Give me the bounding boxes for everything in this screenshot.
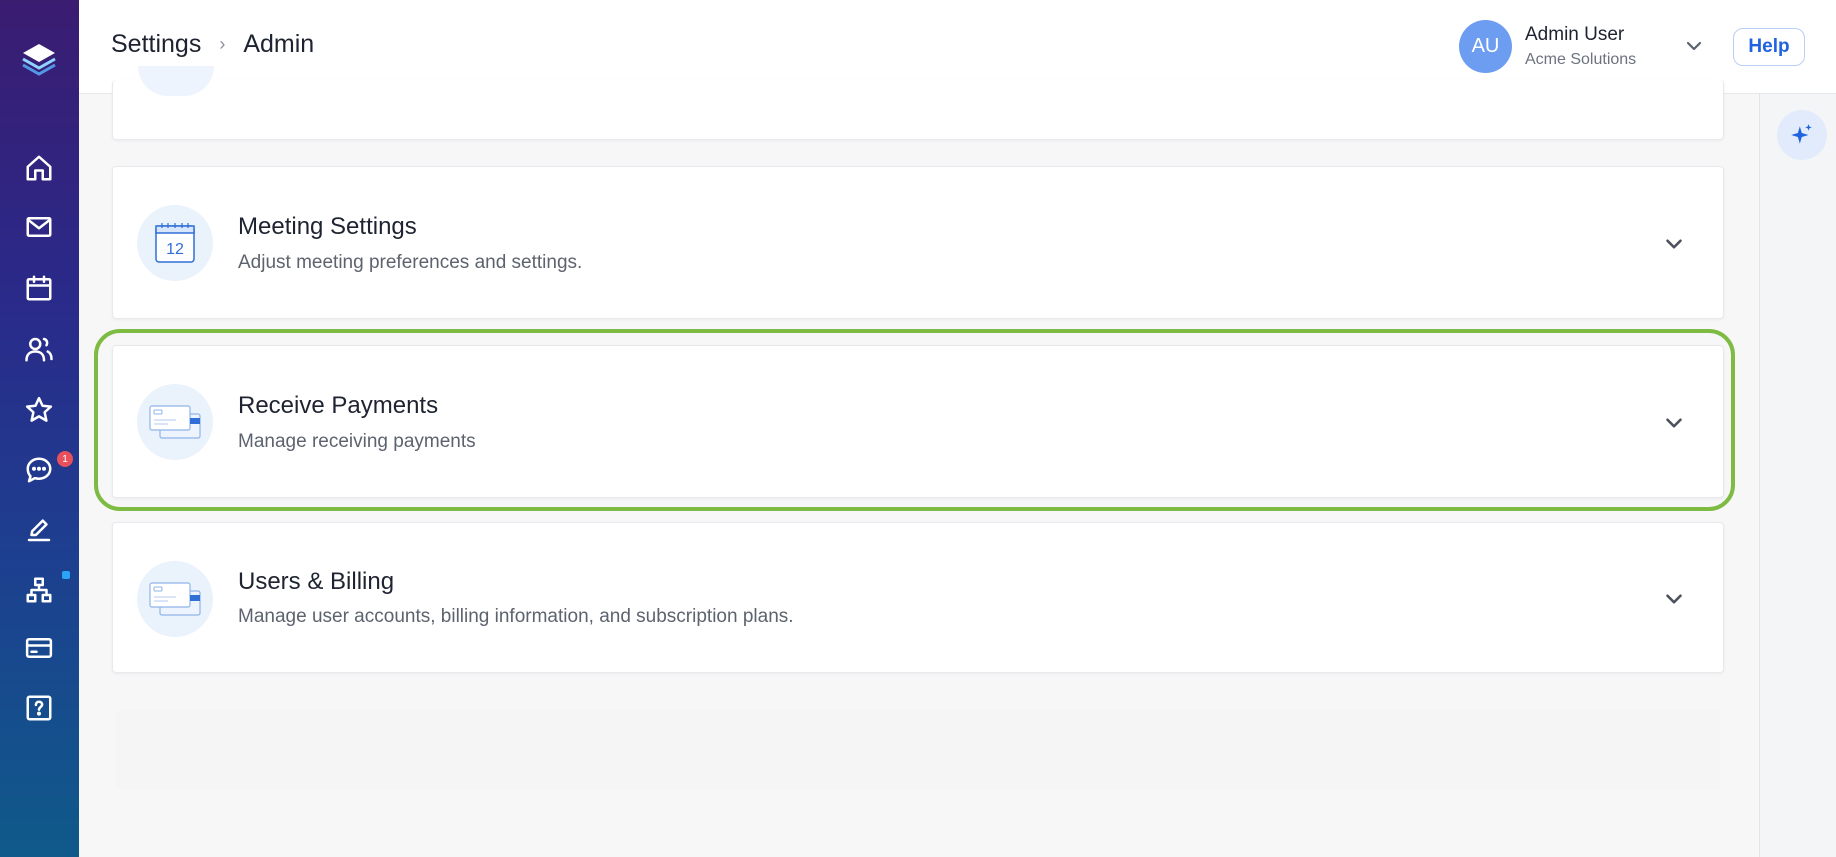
help-button[interactable]: Help (1733, 28, 1805, 66)
nav-billing[interactable] (22, 631, 56, 665)
nav-chat[interactable] (22, 453, 56, 487)
empty-placeholder-area (116, 710, 1720, 790)
nav-home[interactable] (22, 151, 56, 185)
nav-contacts[interactable] (22, 332, 56, 366)
card-description: Manage user accounts, billing informatio… (238, 606, 794, 627)
nav-organization[interactable] (22, 573, 56, 607)
nav-favorites[interactable] (22, 393, 56, 427)
settings-card-partial[interactable] (112, 66, 1724, 140)
chat-notification-badge: 1 (57, 451, 73, 467)
organization-indicator-badge (62, 571, 70, 579)
edit-icon (27, 519, 51, 542)
ai-assistant-button[interactable] (1777, 110, 1827, 160)
calendar-12-icon: 12 (137, 205, 213, 281)
nav-calendar[interactable] (22, 271, 56, 305)
breadcrumb-settings[interactable]: Settings (111, 30, 201, 59)
sparkle-icon (1791, 124, 1812, 144)
mail-icon (26, 217, 52, 237)
user-avatar[interactable]: AU (1459, 20, 1512, 73)
org-chart-icon (26, 577, 52, 603)
payment-cards-icon (137, 384, 213, 460)
card-icon-circle (138, 66, 214, 96)
receive-payments-card[interactable]: Receive Payments Manage receiving paymen… (112, 345, 1724, 498)
user-organization: Acme Solutions (1525, 51, 1637, 68)
chat-icon (26, 457, 52, 483)
left-sidebar: 1 (0, 0, 79, 857)
calendar-day-text: 12 (166, 241, 184, 258)
breadcrumb-admin: Admin (243, 30, 315, 58)
calendar-icon (26, 275, 52, 301)
meeting-settings-card[interactable]: 12 Meeting Settings Adjust meeting prefe… (112, 166, 1724, 319)
expand-chevron-down-icon[interactable] (1661, 231, 1687, 257)
expand-chevron-down-icon[interactable] (1661, 410, 1687, 436)
billing-cards-icon (137, 561, 213, 637)
credit-card-icon (25, 638, 53, 658)
breadcrumb: Settings › Admin (111, 30, 314, 59)
users-billing-card[interactable]: Users & Billing Manage user accounts, bi… (112, 522, 1724, 673)
star-icon (25, 396, 53, 422)
help-box-icon (26, 695, 52, 721)
right-rail (1759, 94, 1836, 857)
nav-edit[interactable] (22, 513, 56, 547)
nav-help[interactable] (22, 691, 56, 725)
users-icon (25, 337, 53, 362)
expand-chevron-down-icon[interactable] (1661, 586, 1687, 612)
card-description: Manage receiving payments (238, 431, 476, 452)
breadcrumb-separator: › (219, 34, 226, 54)
app-logo-icon[interactable] (20, 40, 58, 78)
user-menu-chevron-down-icon[interactable] (1682, 34, 1706, 58)
home-icon (26, 155, 52, 181)
card-title: Users & Billing (238, 568, 395, 595)
nav-mail[interactable] (22, 210, 56, 244)
card-description: Adjust meeting preferences and settings. (238, 252, 583, 273)
user-name: Admin User (1525, 24, 1625, 45)
card-title: Receive Payments (238, 392, 439, 419)
card-title: Meeting Settings (238, 213, 417, 240)
